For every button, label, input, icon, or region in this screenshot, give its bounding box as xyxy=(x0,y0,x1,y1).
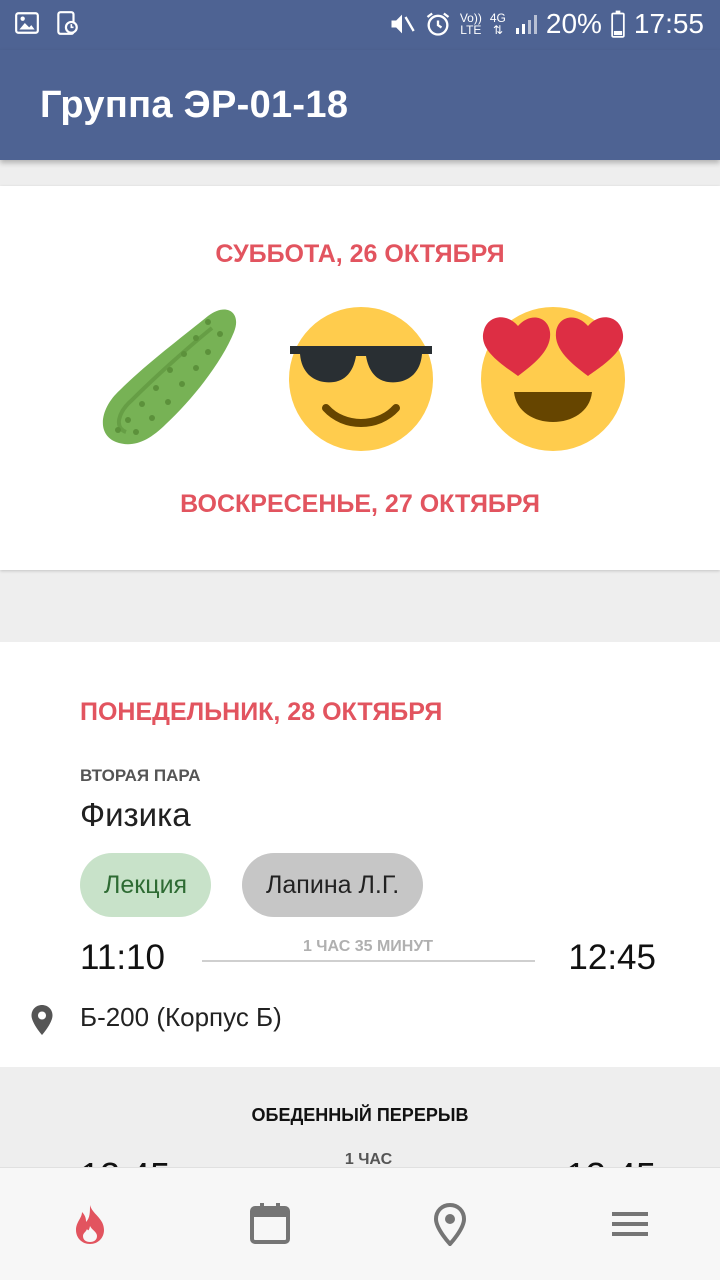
sunglasses-face-icon xyxy=(289,307,433,451)
location-pin-icon[interactable] xyxy=(428,1202,472,1246)
heart-eyes-face-icon xyxy=(481,307,625,451)
battery-percent: 20% xyxy=(545,8,602,39)
clock: 17:55 xyxy=(633,8,704,39)
status-bar: Vo)) LTE 4G ⇅ 20% 17:55 xyxy=(0,0,720,50)
alarm-icon xyxy=(426,12,450,36)
weekend-emoji-row xyxy=(0,304,720,454)
app-bar: Группа ЭР-01-18 xyxy=(0,50,720,160)
pair-label: ВТОРАЯ ПАРА xyxy=(80,766,201,785)
mute-icon xyxy=(391,14,415,34)
sunday-heading: ВОСКРЕСЕНЬЕ, 27 ОКТЯБРЯ xyxy=(180,490,540,518)
lesson-duration: 1 ЧАС 35 МИНУТ xyxy=(302,938,434,955)
lesson-location[interactable]: Б-200 (Корпус Б) xyxy=(80,1002,282,1033)
battery-icon xyxy=(611,10,625,38)
fire-icon[interactable] xyxy=(68,1202,112,1246)
duration-divider xyxy=(202,960,535,962)
saturday-heading: СУББОТА, 26 ОКТЯБРЯ xyxy=(215,240,505,268)
group-title: Группа ЭР-01-18 xyxy=(40,84,349,126)
bottom-navigation xyxy=(0,1167,720,1280)
screenshot-icon xyxy=(57,11,78,35)
location-pin-icon xyxy=(31,1005,53,1035)
lunch-break: ОБЕДЕННЫЙ ПЕРЕРЫВ 1 ЧАС 12:45 13:45 xyxy=(0,1067,720,1196)
break-title: ОБЕДЕННЫЙ ПЕРЕРЫВ xyxy=(251,1105,469,1125)
network-indicator: 4G ⇅ xyxy=(489,11,506,37)
menu-icon[interactable] xyxy=(608,1202,652,1246)
gallery-icon xyxy=(15,12,39,34)
weekend-card: СУББОТА, 26 ОКТЯБРЯ ВОСКРЕСЕНЬЕ, 27 ОКТЯ… xyxy=(0,186,720,570)
lesson-start-time: 11:10 xyxy=(80,938,165,977)
cucumber-icon xyxy=(102,309,237,445)
monday-heading: ПОНЕДЕЛЬНИК, 28 ОКТЯБРЯ xyxy=(80,698,443,726)
volte-indicator: Vo)) LTE xyxy=(459,11,482,37)
lesson-end-time: 12:45 xyxy=(568,938,656,977)
calendar-icon[interactable] xyxy=(248,1202,292,1246)
lesson-type-chip[interactable]: Лекция xyxy=(80,853,212,917)
signal-icon xyxy=(515,15,537,34)
subject-title[interactable]: Физика xyxy=(80,796,191,834)
teacher-chip[interactable]: Лапина Л.Г. xyxy=(242,853,424,917)
day-card: ПОНЕДЕЛЬНИК, 28 ОКТЯБРЯ ВТОРАЯ ПАРА Физи… xyxy=(0,642,720,1067)
